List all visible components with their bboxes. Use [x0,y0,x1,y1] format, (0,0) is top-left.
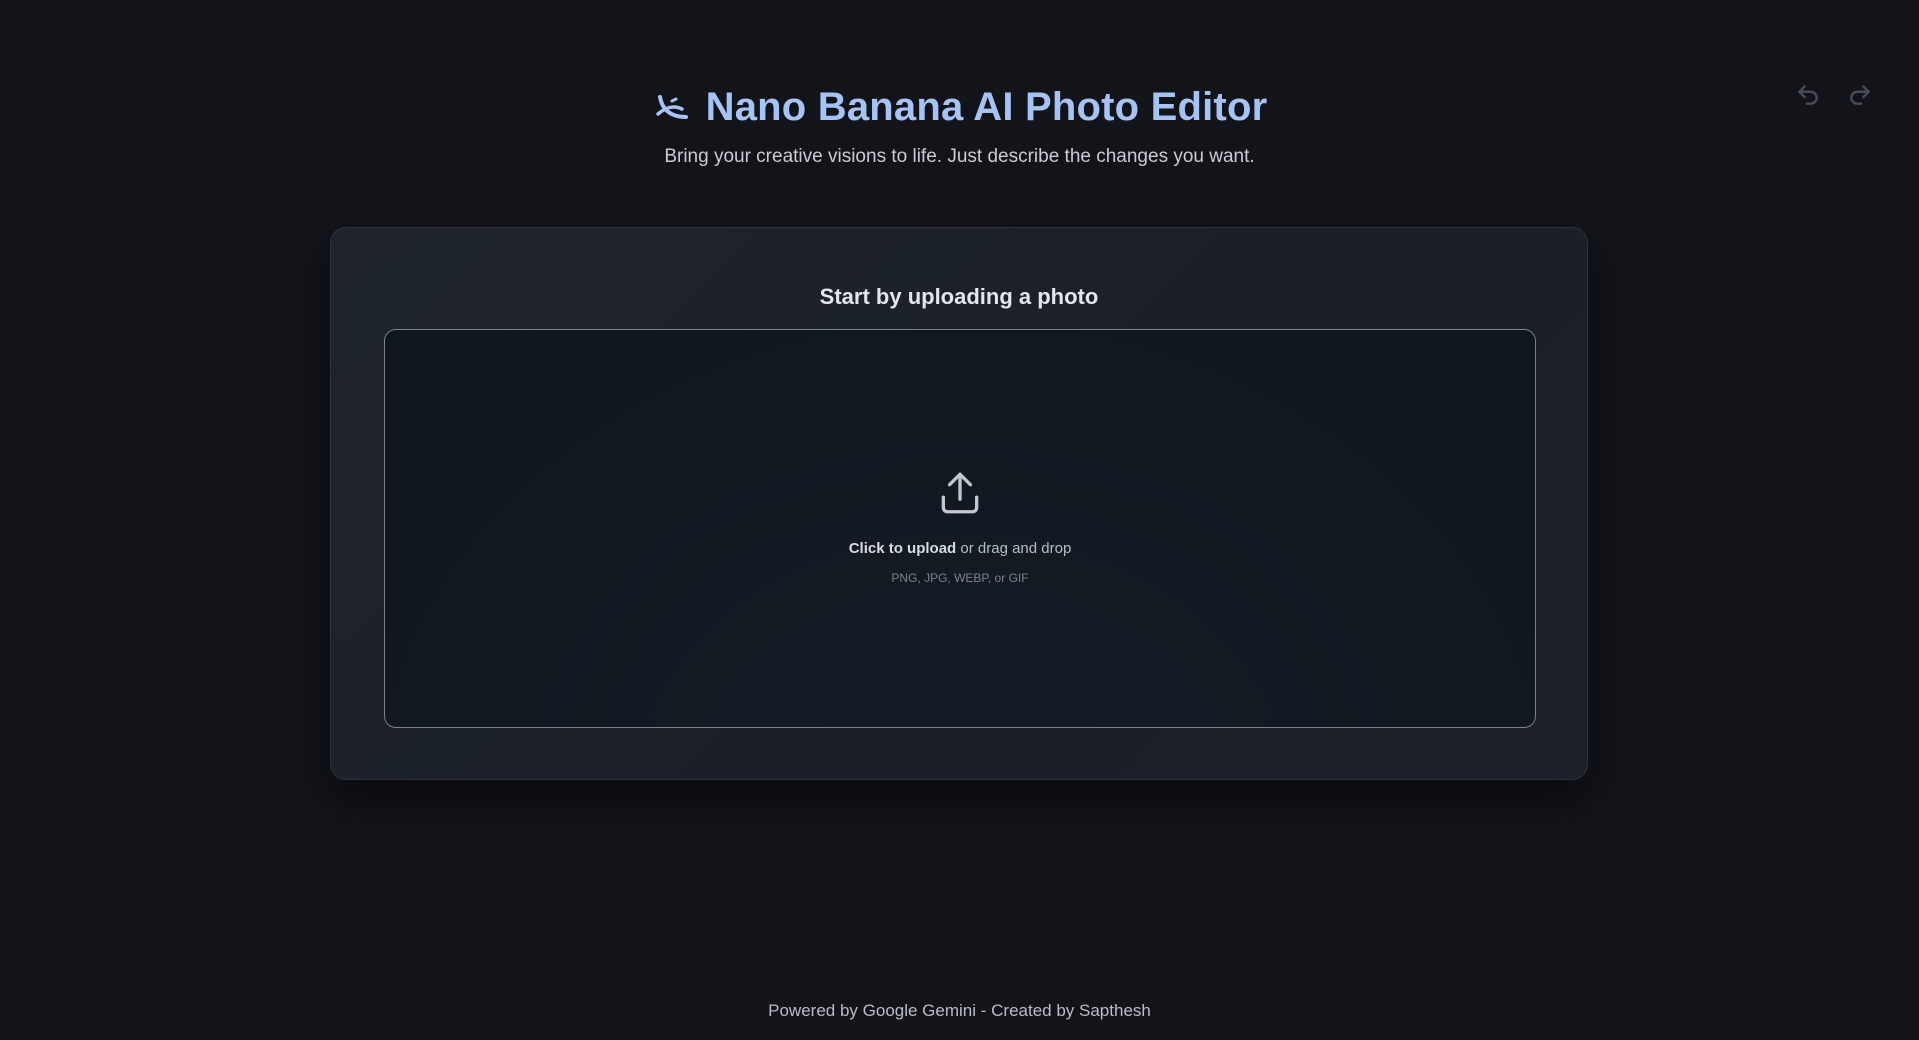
page-footer: Powered by Google Gemini - Created by Sa… [768,1001,1151,1020]
upload-card: Start by uploading a photo Click to uplo… [330,227,1588,780]
upload-icon [935,468,985,518]
page-title: Nano Banana AI Photo Editor [705,84,1268,129]
banana-icon [652,87,692,127]
app-page: Nano Banana AI Photo Editor Bring your c… [0,0,1919,1040]
upload-heading: Start by uploading a photo [819,284,1099,309]
drag-drop-label: or drag and drop [956,540,1072,557]
title-row: Nano Banana AI Photo Editor [0,82,1919,132]
click-to-upload-label[interactable]: Click to upload [849,540,957,557]
upload-instructions: Click to upload or drag and drop [385,540,1535,557]
page-subtitle: Bring your creative visions to life. Jus… [664,146,1255,167]
app-header: Nano Banana AI Photo Editor Bring your c… [0,82,1919,168]
upload-dropzone[interactable]: Click to upload or drag and drop PNG, JP… [384,329,1536,728]
supported-formats: PNG, JPG, WEBP, or GIF [891,571,1029,585]
